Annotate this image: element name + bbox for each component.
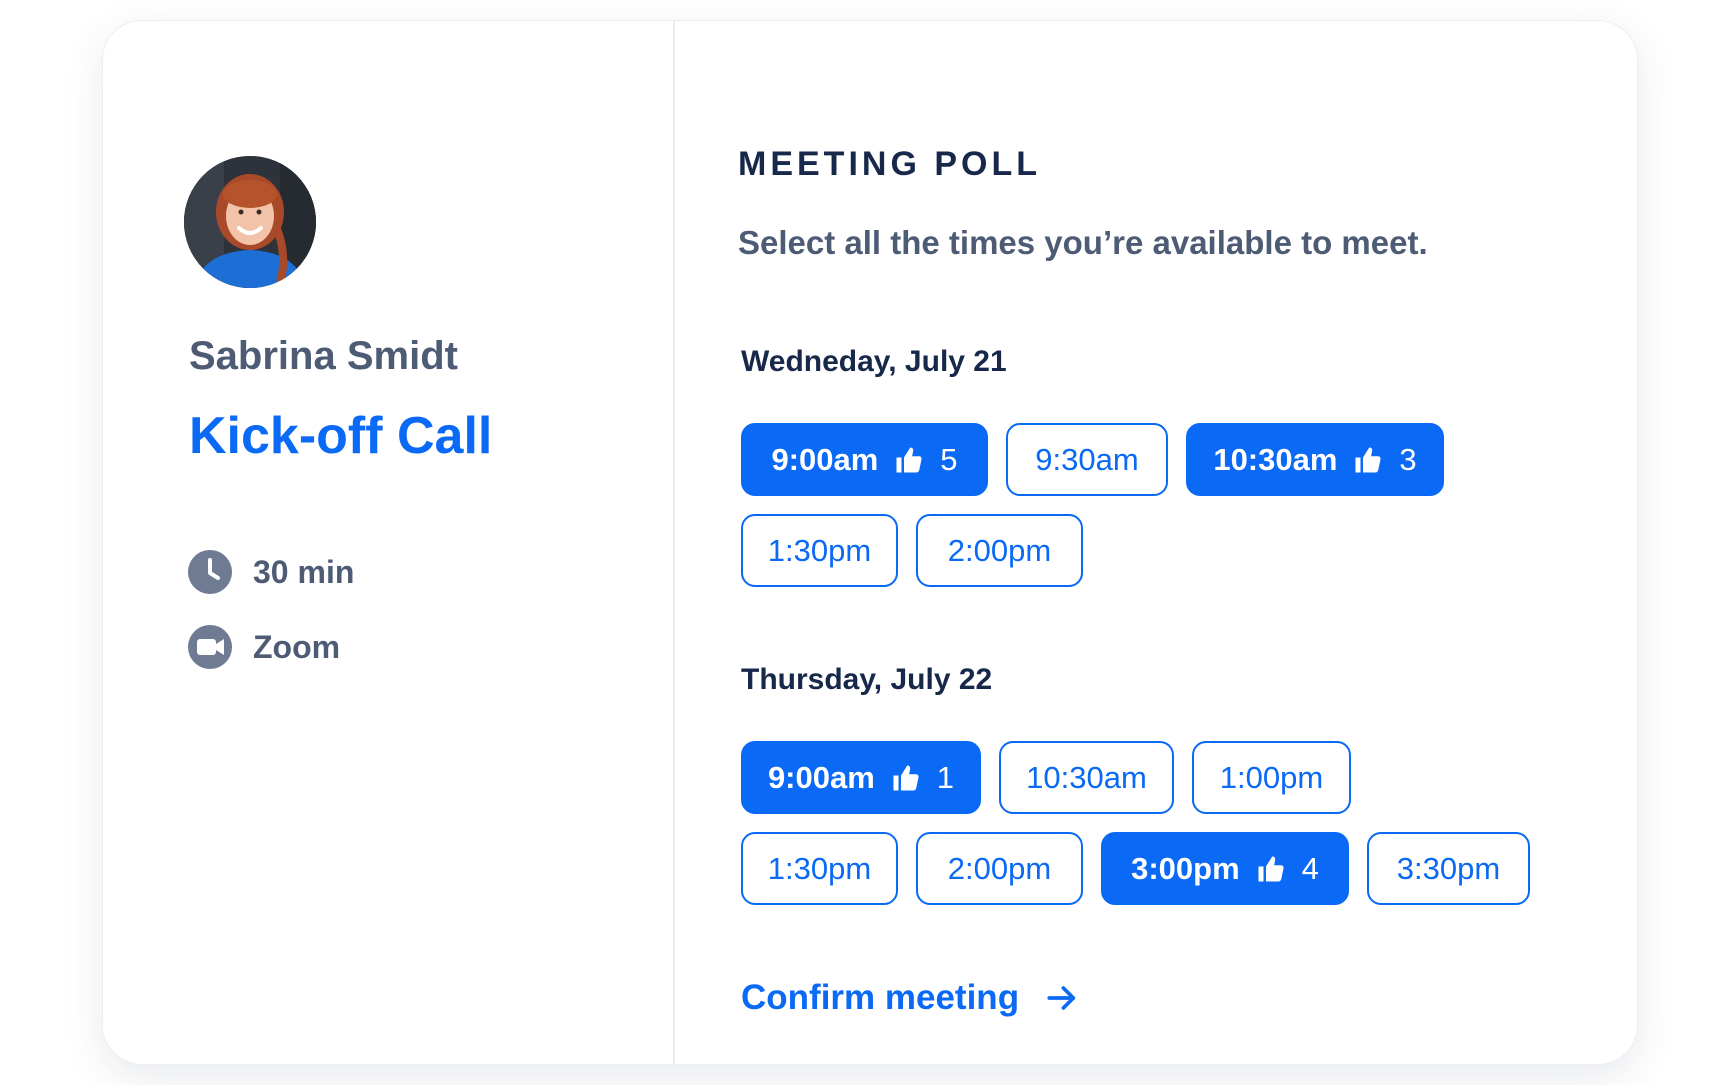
time-slot[interactable]: 1:00pm (1192, 741, 1351, 814)
time-slot[interactable]: 9:00am 1 (741, 741, 981, 814)
time-slot[interactable]: 9:00am 5 (741, 423, 988, 496)
time-slot-row: 9:00am 5 9:30am 10:30am 3 (741, 423, 1444, 496)
thumbs-up-icon (1258, 856, 1284, 881)
vote-count: 1 (936, 759, 955, 795)
event-duration-text: 30 min (253, 553, 355, 590)
clock-icon (188, 550, 232, 594)
time-slot[interactable]: 10:30am (999, 741, 1174, 814)
host-name: Sabrina Smidt (189, 334, 458, 378)
scheduling-card: Sabrina Smidt Kick-off Call 30 min Zoom … (102, 20, 1638, 1065)
time-slot-label: 9:00am (771, 441, 879, 477)
time-slot[interactable]: 10:30am 3 (1186, 423, 1444, 496)
time-slot-label: 10:30am (1026, 759, 1147, 795)
poll-heading: MEETING POLL (738, 145, 1041, 183)
time-slot-label: 3:30pm (1396, 850, 1501, 886)
time-slot[interactable]: 2:00pm (916, 832, 1083, 905)
vote-count: 4 (1301, 850, 1319, 886)
time-slot-label: 1:30pm (767, 532, 872, 568)
time-slot-label: 1:00pm (1219, 759, 1324, 795)
poll-instructions: Select all the times you’re available to… (738, 224, 1428, 261)
time-slot-row: 1:30pm 2:00pm 3:00pm 4 3:30pm (741, 832, 1530, 905)
avatar (184, 156, 316, 288)
vote-count: 3 (1399, 441, 1417, 477)
time-slot-label: 9:00am (767, 759, 875, 795)
vote-count: 5 (940, 441, 958, 477)
time-slot[interactable]: 2:00pm (916, 514, 1083, 587)
confirm-meeting-link[interactable]: Confirm meeting (741, 978, 1079, 1018)
time-slot-label: 10:30am (1213, 441, 1338, 477)
video-camera-icon (188, 625, 232, 669)
time-slot-label: 2:00pm (947, 850, 1052, 886)
time-slot-row: 1:30pm 2:00pm (741, 514, 1083, 587)
panel-divider (673, 21, 675, 1064)
time-slot[interactable]: 1:30pm (741, 832, 898, 905)
thumbs-up-icon (896, 447, 922, 472)
time-slot[interactable]: 3:30pm (1367, 832, 1530, 905)
time-slot-row: 9:00am 1 10:30am 1:00pm (741, 741, 1351, 814)
event-location-text: Zoom (253, 628, 341, 665)
time-slot-label: 3:00pm (1131, 850, 1240, 886)
time-slot-label: 1:30pm (767, 850, 872, 886)
thumbs-up-icon (893, 765, 919, 790)
confirm-meeting-label: Confirm meeting (741, 978, 1020, 1017)
time-slot[interactable]: 9:30am (1006, 423, 1168, 496)
event-title: Kick-off Call (189, 407, 493, 465)
time-slot[interactable]: 3:00pm 4 (1101, 832, 1349, 905)
event-location: Zoom (187, 624, 340, 670)
time-slot-label: 9:30am (1035, 441, 1139, 477)
time-slot-label: 2:00pm (947, 532, 1052, 568)
day-label: Thursday, July 22 (741, 663, 993, 696)
arrow-right-icon (1047, 986, 1076, 1010)
thumbs-up-icon (1355, 447, 1381, 472)
event-duration: 30 min (187, 549, 354, 595)
time-slot[interactable]: 1:30pm (741, 514, 898, 587)
day-label: Wedneday, July 21 (741, 345, 1007, 378)
